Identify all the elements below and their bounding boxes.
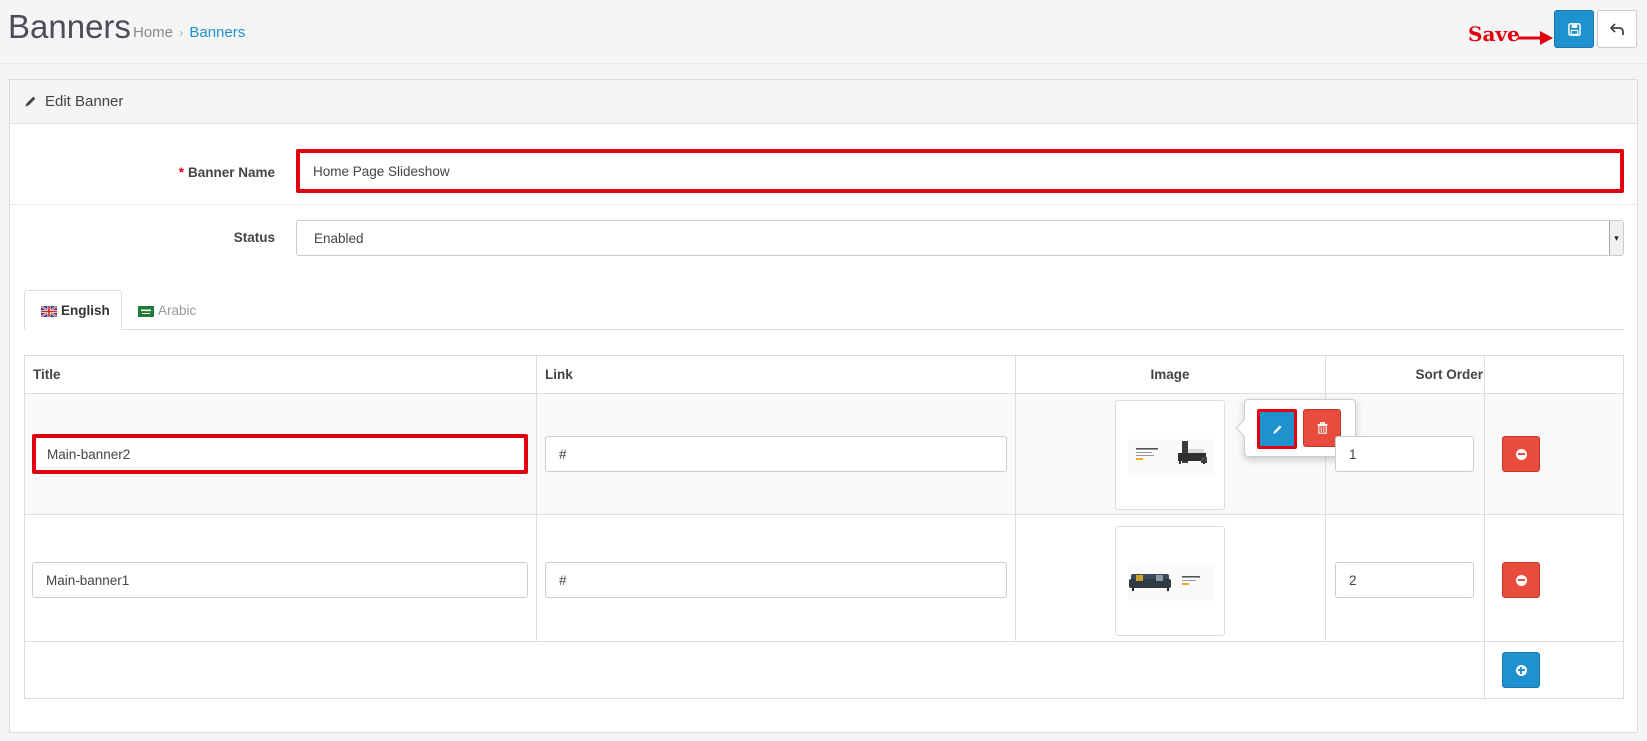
- tab-english[interactable]: English: [24, 290, 122, 330]
- link-input[interactable]: #: [545, 562, 1007, 598]
- remove-row-button[interactable]: [1502, 562, 1540, 598]
- title-value: Main-banner1: [46, 572, 130, 588]
- title-input[interactable]: Main-banner1: [32, 562, 528, 598]
- panel-heading: Edit Banner: [10, 80, 1637, 124]
- chevron-down-icon[interactable]: ▾: [1609, 221, 1623, 255]
- sort-order-value: 2: [1349, 572, 1357, 588]
- image-thumbnail[interactable]: [1115, 526, 1225, 636]
- banner-name-value: Home Page Slideshow: [313, 163, 450, 179]
- tab-arabic[interactable]: Arabic: [122, 290, 196, 330]
- sofa-banner-image: [1128, 565, 1214, 601]
- pencil-icon: [25, 96, 36, 107]
- minus-circle-icon: [1515, 448, 1527, 460]
- breadcrumb-separator: ›: [179, 25, 184, 40]
- sa-flag-icon: [138, 305, 154, 317]
- breadcrumb-home[interactable]: Home: [133, 24, 173, 41]
- image-thumbnail[interactable]: [1115, 400, 1225, 510]
- save-button[interactable]: [1554, 10, 1594, 48]
- required-marker: *: [178, 165, 184, 180]
- add-banner-image-button[interactable]: [1502, 652, 1540, 688]
- status-select[interactable]: Enabled ▾: [296, 220, 1624, 256]
- plus-circle-icon: [1515, 664, 1527, 676]
- title-input[interactable]: Main-banner2: [32, 434, 528, 474]
- link-value: #: [559, 572, 567, 588]
- edit-image-button[interactable]: [1257, 409, 1297, 449]
- sort-order-input[interactable]: 1: [1335, 436, 1474, 472]
- pencil-icon: [1272, 424, 1282, 434]
- breadcrumb-banners[interactable]: Banners: [189, 24, 245, 41]
- banner-name-label-text: Banner Name: [187, 165, 275, 180]
- page-header: Banners Home › Banners Save: [0, 0, 1647, 64]
- column-header-sort-order: Sort Order: [1415, 367, 1483, 382]
- panel-title: Edit Banner: [45, 93, 124, 110]
- reply-icon: [1609, 22, 1624, 35]
- form-divider: [10, 204, 1637, 205]
- status-label: Status: [233, 230, 275, 245]
- bedroom-banner-image: [1128, 439, 1214, 475]
- sort-order-input[interactable]: 2: [1335, 562, 1474, 598]
- breadcrumb: Home › Banners: [133, 24, 245, 41]
- page-title: Banners: [8, 8, 131, 45]
- banner-name-label: * Banner Name: [25, 165, 275, 180]
- edit-banner-panel: Edit Banner * Banner Name Home Page Slide…: [9, 79, 1638, 733]
- tab-arabic-label: Arabic: [158, 302, 197, 318]
- tab-english-label: English: [61, 302, 110, 318]
- uk-flag-icon: [40, 304, 58, 318]
- save-icon: [1567, 22, 1581, 36]
- title-value: Main-banner2: [47, 446, 131, 462]
- annotation-arrow-icon: [1518, 31, 1553, 45]
- back-button[interactable]: [1597, 10, 1637, 48]
- sort-order-value: 1: [1349, 446, 1357, 462]
- column-header-image: Image: [1150, 367, 1190, 382]
- column-header-link: Link: [545, 367, 573, 382]
- link-value: #: [559, 446, 567, 462]
- banner-images-table: Title Link Image Sort Order Main-banner2…: [24, 355, 1624, 700]
- remove-row-button[interactable]: [1502, 436, 1540, 472]
- column-header-title: Title: [33, 367, 61, 382]
- trash-icon: [1317, 422, 1327, 434]
- minus-circle-icon: [1515, 574, 1527, 586]
- save-annotation-label: Save: [1468, 22, 1520, 46]
- status-value: Enabled: [314, 230, 364, 246]
- banner-name-input[interactable]: Home Page Slideshow: [296, 149, 1624, 193]
- language-tabs: English Arabic: [24, 290, 1624, 330]
- link-input[interactable]: #: [545, 436, 1007, 472]
